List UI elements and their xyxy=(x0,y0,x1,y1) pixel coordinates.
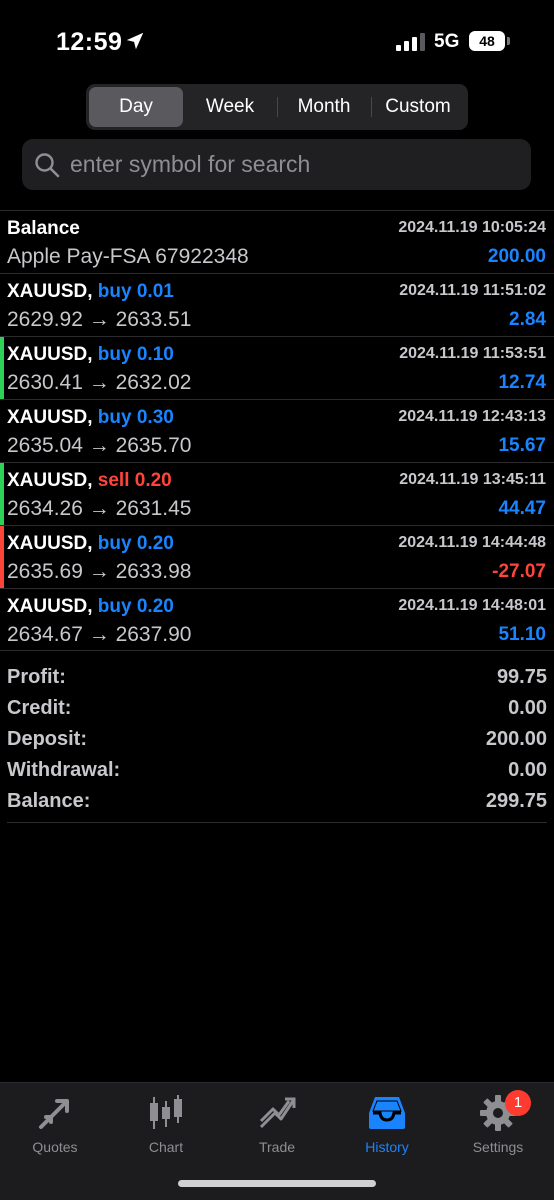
cellular-signal-icon xyxy=(396,33,425,51)
location-arrow-icon xyxy=(126,32,144,50)
summary-value: 200.00 xyxy=(485,728,547,750)
deal-symbol: XAUUSD, xyxy=(7,281,93,302)
summary-deposit: Deposit: 200.00 xyxy=(7,724,547,755)
deal-timestamp: 2024.11.19 13:45:11 xyxy=(399,471,546,488)
battery-tip xyxy=(507,37,510,45)
summary-value: 99.75 xyxy=(496,666,547,688)
summary-value: 299.75 xyxy=(485,790,547,812)
deal-timestamp: 2024.11.19 14:48:01 xyxy=(398,597,546,614)
deal-profit: 51.10 xyxy=(498,624,546,645)
tab-label: Chart xyxy=(148,1139,184,1155)
summary-balance: Balance: 299.75 xyxy=(7,786,547,817)
candlestick-icon xyxy=(150,1095,182,1129)
summary-label: Profit: xyxy=(7,666,66,688)
period-month[interactable]: Month xyxy=(277,87,371,127)
battery-icon: 48 xyxy=(469,31,505,51)
tab-trade[interactable]: Trade xyxy=(222,1093,332,1163)
period-custom[interactable]: Custom xyxy=(371,87,465,127)
deal-side: buy 0.30 xyxy=(97,407,174,428)
deal-side: buy 0.10 xyxy=(97,344,174,365)
deal-side: buy 0.20 xyxy=(97,596,174,617)
deal-symbol: XAUUSD, xyxy=(7,344,93,365)
deal-timestamp: 2024.11.19 12:43:13 xyxy=(398,408,546,425)
balance-title: Balance xyxy=(7,218,80,239)
status-bar: 12:59 5G 48 xyxy=(0,0,554,84)
deal-indicator-bar xyxy=(0,463,4,525)
balance-description: Apple Pay-FSA 67922348 xyxy=(7,245,249,268)
deal-prices: 2629.92 → 2633.51 xyxy=(7,308,192,331)
deal-side: buy 0.01 xyxy=(97,281,174,302)
deal-title: XAUUSD, sell 0.20 xyxy=(7,470,172,492)
deal-profit: 44.47 xyxy=(498,498,546,519)
balance-row[interactable]: Balance 2024.11.19 10:05:24 Apple Pay-FS… xyxy=(0,210,554,273)
deal-symbol: XAUUSD, xyxy=(7,596,93,617)
deal-profit: 2.84 xyxy=(509,309,546,330)
deal-row[interactable]: XAUUSD, sell 0.20 2024.11.19 13:45:11 2634… xyxy=(0,462,554,525)
deal-title: XAUUSD, buy 0.10 xyxy=(7,344,174,366)
network-type: 5G xyxy=(434,31,460,52)
deal-indicator-bar xyxy=(0,337,4,399)
tab-quotes[interactable]: Quotes xyxy=(0,1093,110,1163)
deal-side: buy 0.20 xyxy=(97,533,174,554)
deal-profit: 15.67 xyxy=(498,435,546,456)
summary-withdrawal: Withdrawal: 0.00 xyxy=(7,755,547,786)
deal-row[interactable]: XAUUSD, buy 0.01 2024.11.19 11:51:02 2629.… xyxy=(0,273,554,336)
summary-value: 0.00 xyxy=(508,759,547,781)
balance-amount: 200.00 xyxy=(487,246,546,267)
deal-timestamp: 2024.11.19 11:51:02 xyxy=(399,282,546,299)
deal-indicator-bar xyxy=(0,526,4,588)
deal-title: XAUUSD, buy 0.30 xyxy=(7,407,174,429)
period-selector: Day Week Month Custom xyxy=(86,84,468,130)
status-time: 12:59 xyxy=(56,28,123,56)
tab-chart[interactable]: Chart xyxy=(111,1093,221,1163)
deal-row[interactable]: XAUUSD, buy 0.10 2024.11.19 11:53:51 2630.… xyxy=(0,336,554,399)
deal-side: sell 0.20 xyxy=(97,470,172,491)
summary-label: Credit: xyxy=(7,697,72,719)
deal-prices: 2630.41 → 2632.02 xyxy=(7,371,192,394)
deal-title: XAUUSD, buy 0.20 xyxy=(7,596,174,618)
summary-divider xyxy=(7,822,547,823)
summary-label: Balance: xyxy=(7,790,91,812)
summary-section: Profit: 99.75 Credit: 0.00 Deposit: 200.… xyxy=(7,662,547,817)
deal-prices: 2634.67 → 2637.90 xyxy=(7,623,192,646)
deal-symbol: XAUUSD, xyxy=(7,470,93,491)
deal-symbol: XAUUSD, xyxy=(7,533,93,554)
deal-profit: -27.07 xyxy=(492,561,546,582)
deal-symbol: XAUUSD, xyxy=(7,407,93,428)
summary-credit: Credit: 0.00 xyxy=(7,693,547,724)
deal-profit: 12.74 xyxy=(498,372,546,393)
tab-settings[interactable]: 1 Settings xyxy=(443,1090,553,1163)
tab-label: Settings xyxy=(472,1139,524,1155)
deal-row[interactable]: XAUUSD, buy 0.20 2024.11.19 14:48:01 2634.… xyxy=(0,588,554,651)
deal-timestamp: 2024.11.19 11:53:51 xyxy=(399,345,546,362)
deal-timestamp: 2024.11.19 14:44:48 xyxy=(398,534,546,551)
search-placeholder: enter symbol for search xyxy=(70,151,311,177)
summary-profit: Profit: 99.75 xyxy=(7,662,547,693)
summary-label: Deposit: xyxy=(7,728,87,750)
tab-label: Quotes xyxy=(32,1139,78,1155)
history-list: Balance 2024.11.19 10:05:24 Apple Pay-FS… xyxy=(0,210,554,651)
deal-row[interactable]: XAUUSD, buy 0.20 2024.11.19 14:44:48 2635.… xyxy=(0,525,554,588)
tab-label: Trade xyxy=(258,1139,296,1155)
period-week[interactable]: Week xyxy=(183,87,277,127)
summary-value: 0.00 xyxy=(508,697,547,719)
home-indicator[interactable] xyxy=(178,1180,376,1187)
search-icon xyxy=(35,152,60,177)
deal-prices: 2635.69 → 2633.98 xyxy=(7,560,192,583)
search-input[interactable]: enter symbol for search xyxy=(22,139,531,190)
deal-prices: 2634.26 → 2631.45 xyxy=(7,497,192,520)
tab-label: History xyxy=(365,1139,409,1155)
tab-history[interactable]: History xyxy=(332,1093,442,1163)
summary-label: Withdrawal: xyxy=(7,759,121,781)
deal-title: XAUUSD, buy 0.20 xyxy=(7,533,174,555)
deal-title: XAUUSD, buy 0.01 xyxy=(7,281,174,303)
notification-badge: 1 xyxy=(505,1090,531,1116)
quotes-arrows-icon xyxy=(39,1099,69,1129)
trend-icon xyxy=(259,1097,296,1129)
inbox-icon xyxy=(369,1097,405,1129)
deal-prices: 2635.04 → 2635.70 xyxy=(7,434,192,457)
balance-timestamp: 2024.11.19 10:05:24 xyxy=(398,219,546,236)
deal-row[interactable]: XAUUSD, buy 0.30 2024.11.19 12:43:13 2635.… xyxy=(0,399,554,462)
period-day[interactable]: Day xyxy=(89,87,183,127)
